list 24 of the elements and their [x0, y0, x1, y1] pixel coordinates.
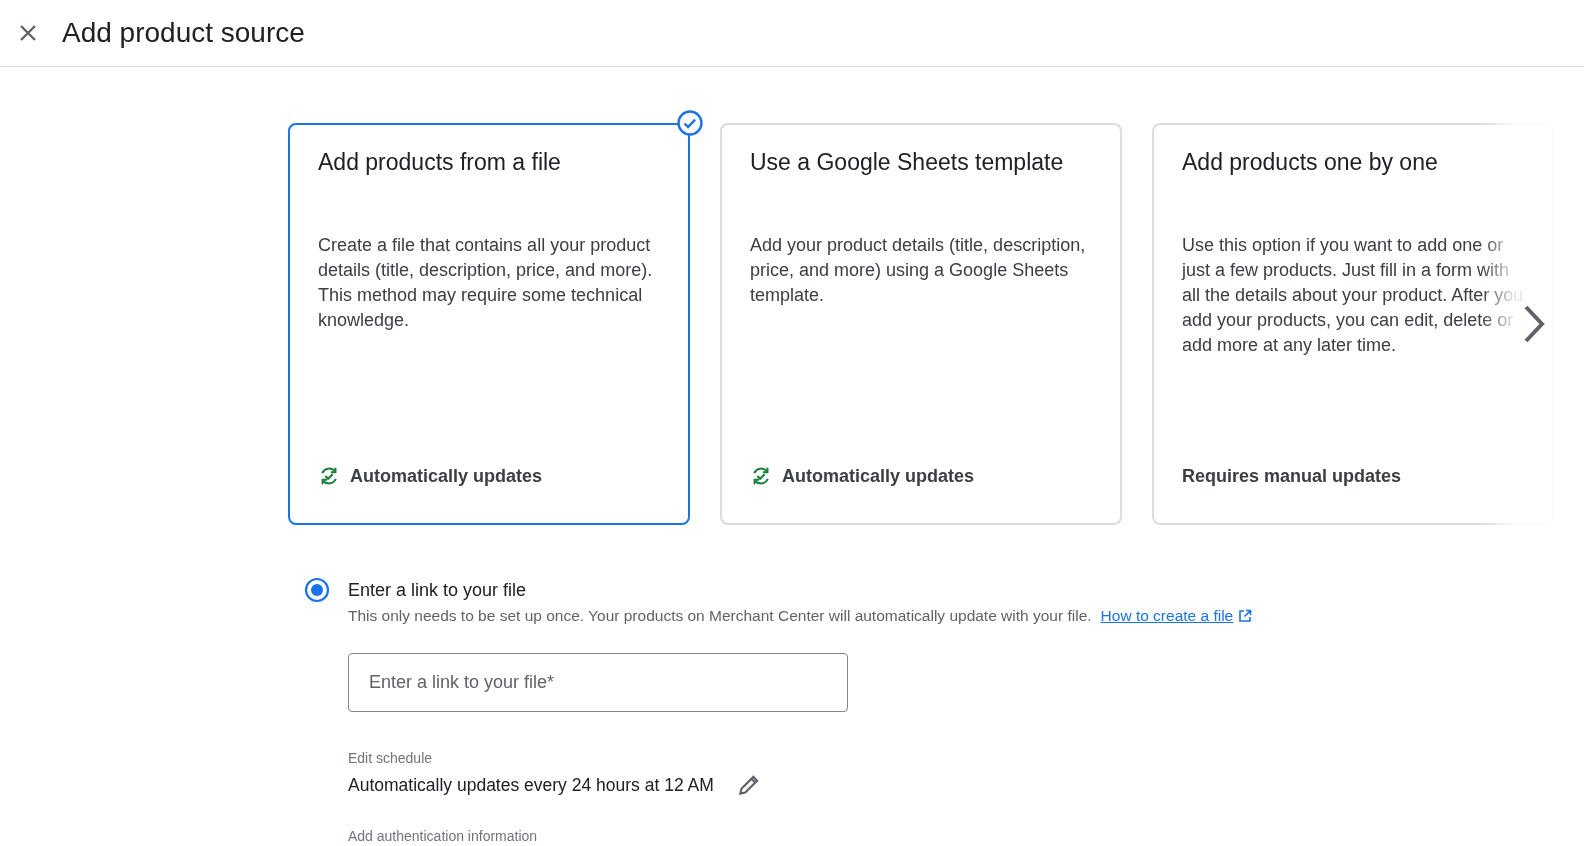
- update-info: Automatically updates: [350, 465, 543, 487]
- update-info: Automatically updates: [782, 465, 975, 487]
- card-title: Add products from a file: [318, 148, 562, 177]
- card-title: Add products one by one: [1182, 148, 1439, 177]
- radio-button[interactable]: [304, 577, 330, 603]
- card-title: Use a Google Sheets template: [750, 148, 1065, 177]
- help-text: This only needs to be set up once. Your products on Merchant Center will automatically update with your file.: [348, 607, 1092, 625]
- option-card[interactable]: [1152, 123, 1554, 525]
- option-label: Enter a link to your file: [348, 579, 528, 602]
- schedule-label: Edit schedule: [348, 750, 434, 766]
- card-description: Add your product details (title, description, price, and more) using a Google Sheets template.: [750, 234, 1087, 307]
- sync-check-icon: [318, 465, 340, 487]
- schedule-value: Automatically updates every 24 hours at 12 AM: [348, 774, 714, 796]
- option-card[interactable]: Add products from a file Create a file that contains all your product details (title, description, price, and more). This method may require some technical knowledge. Automatically updates: [288, 123, 690, 525]
- card-description: Create a file that contains all your product details (title, description, price, and more). This method may require some technical knowledge.: [318, 234, 654, 332]
- help-link[interactable]: How to create a file: [1100, 607, 1234, 625]
- update-info: Requires manual updates: [1182, 466, 1402, 487]
- check-circle-icon: [677, 110, 703, 136]
- external-link-icon: [1238, 609, 1253, 623]
- auth-label: Add authentication information: [348, 828, 539, 844]
- option-card[interactable]: Use a Google Sheets template Add your product details (title, description, price, and more) using a Google Sheets template. Automatically updates: [720, 123, 1122, 525]
- file-link-input[interactable]: Enter a link to your file*: [348, 653, 848, 712]
- page-title: Add product source: [62, 17, 305, 49]
- sync-check-icon: [750, 465, 772, 487]
